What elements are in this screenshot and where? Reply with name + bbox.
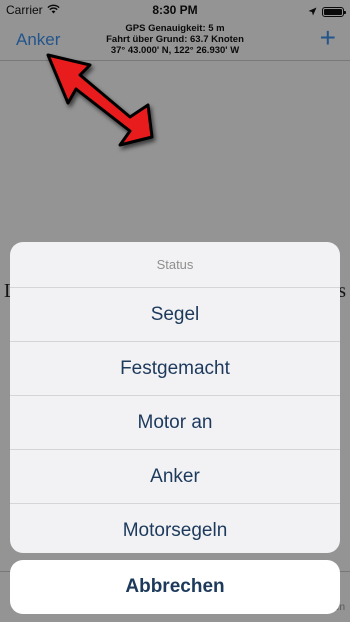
option-anker[interactable]: Anker (10, 450, 340, 504)
status-action-sheet: Status Segel Festgemacht Motor an Anker … (10, 242, 340, 553)
cancel-button[interactable]: Abbrechen (10, 560, 340, 614)
red-arrow-annotation (46, 53, 154, 147)
option-festgemacht[interactable]: Festgemacht (10, 342, 340, 396)
sheet-title: Status (10, 242, 340, 288)
option-motor-an[interactable]: Motor an (10, 396, 340, 450)
option-segel[interactable]: Segel (10, 288, 340, 342)
option-motorsegeln[interactable]: Motorsegeln (10, 504, 340, 553)
